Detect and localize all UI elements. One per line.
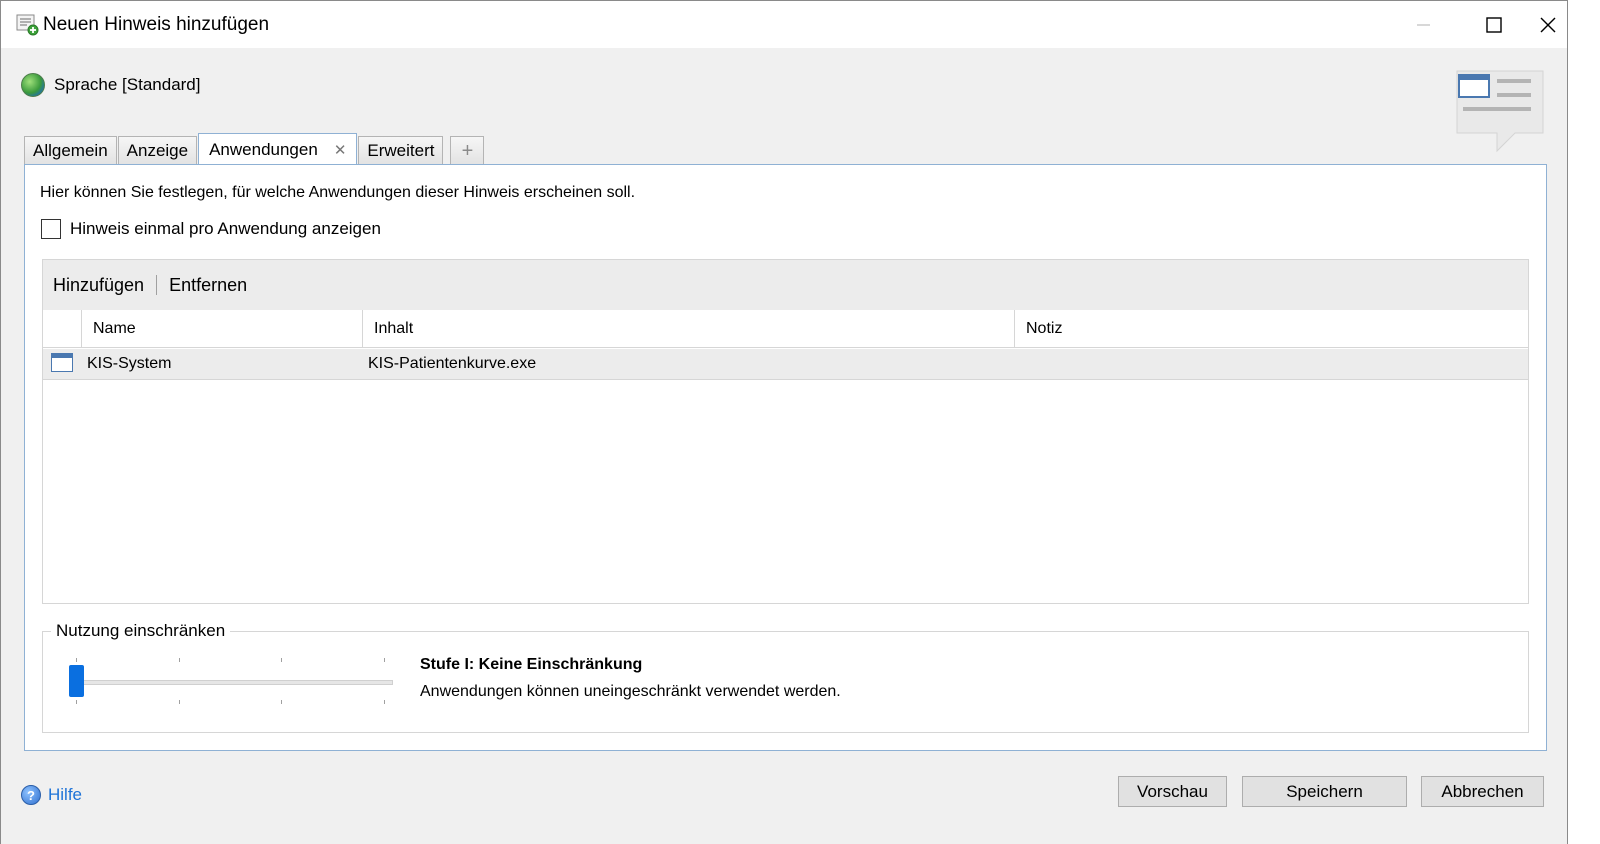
tab-panel-anwendungen: Hier können Sie festlegen, für welche An… [24, 164, 1547, 751]
column-header-label: Name [93, 320, 136, 337]
add-tab-button[interactable]: + [450, 136, 485, 165]
cancel-button[interactable]: Abbrechen [1421, 776, 1544, 807]
close-button[interactable] [1529, 1, 1567, 48]
note-add-icon [16, 14, 39, 36]
tab-anwendungen[interactable]: Anwendungen ✕ [198, 133, 358, 166]
column-header-label: Inhalt [374, 320, 414, 337]
panel-description: Hier können Sie festlegen, für welche An… [40, 184, 636, 201]
language-label: Sprache [Standard] [54, 75, 201, 94]
restriction-legend: Nutzung einschränken [51, 621, 231, 641]
slider-tick [179, 700, 180, 704]
column-header-icon[interactable] [43, 310, 81, 348]
tab-erweitert[interactable]: Erweitert [358, 136, 444, 165]
slider-thumb[interactable] [69, 665, 84, 697]
slider-tick [76, 658, 77, 662]
toolbar-separator [156, 275, 158, 295]
save-button[interactable]: Speichern [1242, 776, 1407, 807]
plus-icon: + [461, 139, 474, 162]
restriction-group: Nutzung einschränken Stufe I: Keine Eins… [42, 621, 1529, 733]
once-per-app-checkbox[interactable] [41, 219, 61, 239]
level-title: Stufe I: Keine Einschränkung [420, 656, 643, 673]
list-toolbar: Hinzufügen Entfernen [43, 260, 1528, 310]
minimize-icon [1417, 24, 1430, 25]
slider-tick [281, 700, 282, 704]
column-header-inhalt[interactable]: Inhalt [362, 310, 1014, 348]
maximize-icon [1486, 16, 1502, 33]
cell-name: KIS-System [87, 355, 172, 372]
add-button[interactable]: Hinzufügen [51, 275, 146, 296]
help-icon: ? [21, 785, 41, 805]
applications-list: Hinzufügen Entfernen Name Inhalt Notiz K… [42, 259, 1529, 604]
tab-close-icon[interactable]: ✕ [334, 141, 347, 159]
level-description: Anwendungen können uneingeschränkt verwe… [420, 683, 841, 700]
tab-anzeige[interactable]: Anzeige [117, 136, 198, 165]
tab-label: Erweitert [367, 141, 435, 160]
column-header-name[interactable]: Name [81, 310, 362, 348]
notice-window-icon [1456, 70, 1544, 153]
slider-tick [76, 700, 77, 704]
grid-header: Name Inhalt Notiz [43, 310, 1528, 348]
restriction-slider[interactable] [69, 656, 397, 708]
help-link[interactable]: ? Hilfe [21, 785, 82, 805]
globe-icon [21, 73, 45, 97]
once-per-app-label[interactable]: Hinweis einmal pro Anwendung anzeigen [70, 219, 381, 239]
tab-label: Anwendungen [209, 140, 318, 159]
slider-tick [384, 700, 385, 704]
minimize-button[interactable] [1389, 1, 1459, 48]
help-label[interactable]: Hilfe [48, 785, 82, 805]
tab-label: Anzeige [126, 141, 189, 160]
tab-allgemein[interactable]: Allgemein [24, 136, 117, 165]
table-row[interactable]: KIS-System KIS-Patientenkurve.exe [43, 349, 1528, 380]
slider-track[interactable] [69, 680, 393, 685]
preview-button[interactable]: Vorschau [1118, 776, 1227, 807]
application-window-icon [51, 353, 73, 372]
column-header-label: Notiz [1026, 320, 1063, 337]
remove-button[interactable]: Entfernen [167, 275, 249, 296]
title-bar: Neuen Hinweis hinzufügen [1, 1, 1567, 48]
tab-bar: Allgemein Anzeige Anwendungen ✕ Erweiter… [24, 132, 485, 166]
maximize-button[interactable] [1459, 1, 1529, 48]
slider-tick [179, 658, 180, 662]
window-title: Neuen Hinweis hinzufügen [43, 14, 270, 35]
language-selector[interactable]: Sprache [Standard] [21, 73, 200, 97]
tab-label: Allgemein [33, 141, 108, 160]
cell-inhalt: KIS-Patientenkurve.exe [368, 355, 537, 372]
dialog-window: Neuen Hinweis hinzufügen Sprache [Standa… [0, 0, 1568, 844]
slider-tick [384, 658, 385, 662]
once-per-app-option[interactable]: Hinweis einmal pro Anwendung anzeigen [41, 219, 381, 239]
column-header-notiz[interactable]: Notiz [1014, 310, 1528, 348]
slider-tick [281, 658, 282, 662]
desktop-background [1568, 0, 1600, 844]
close-icon [1540, 17, 1556, 32]
